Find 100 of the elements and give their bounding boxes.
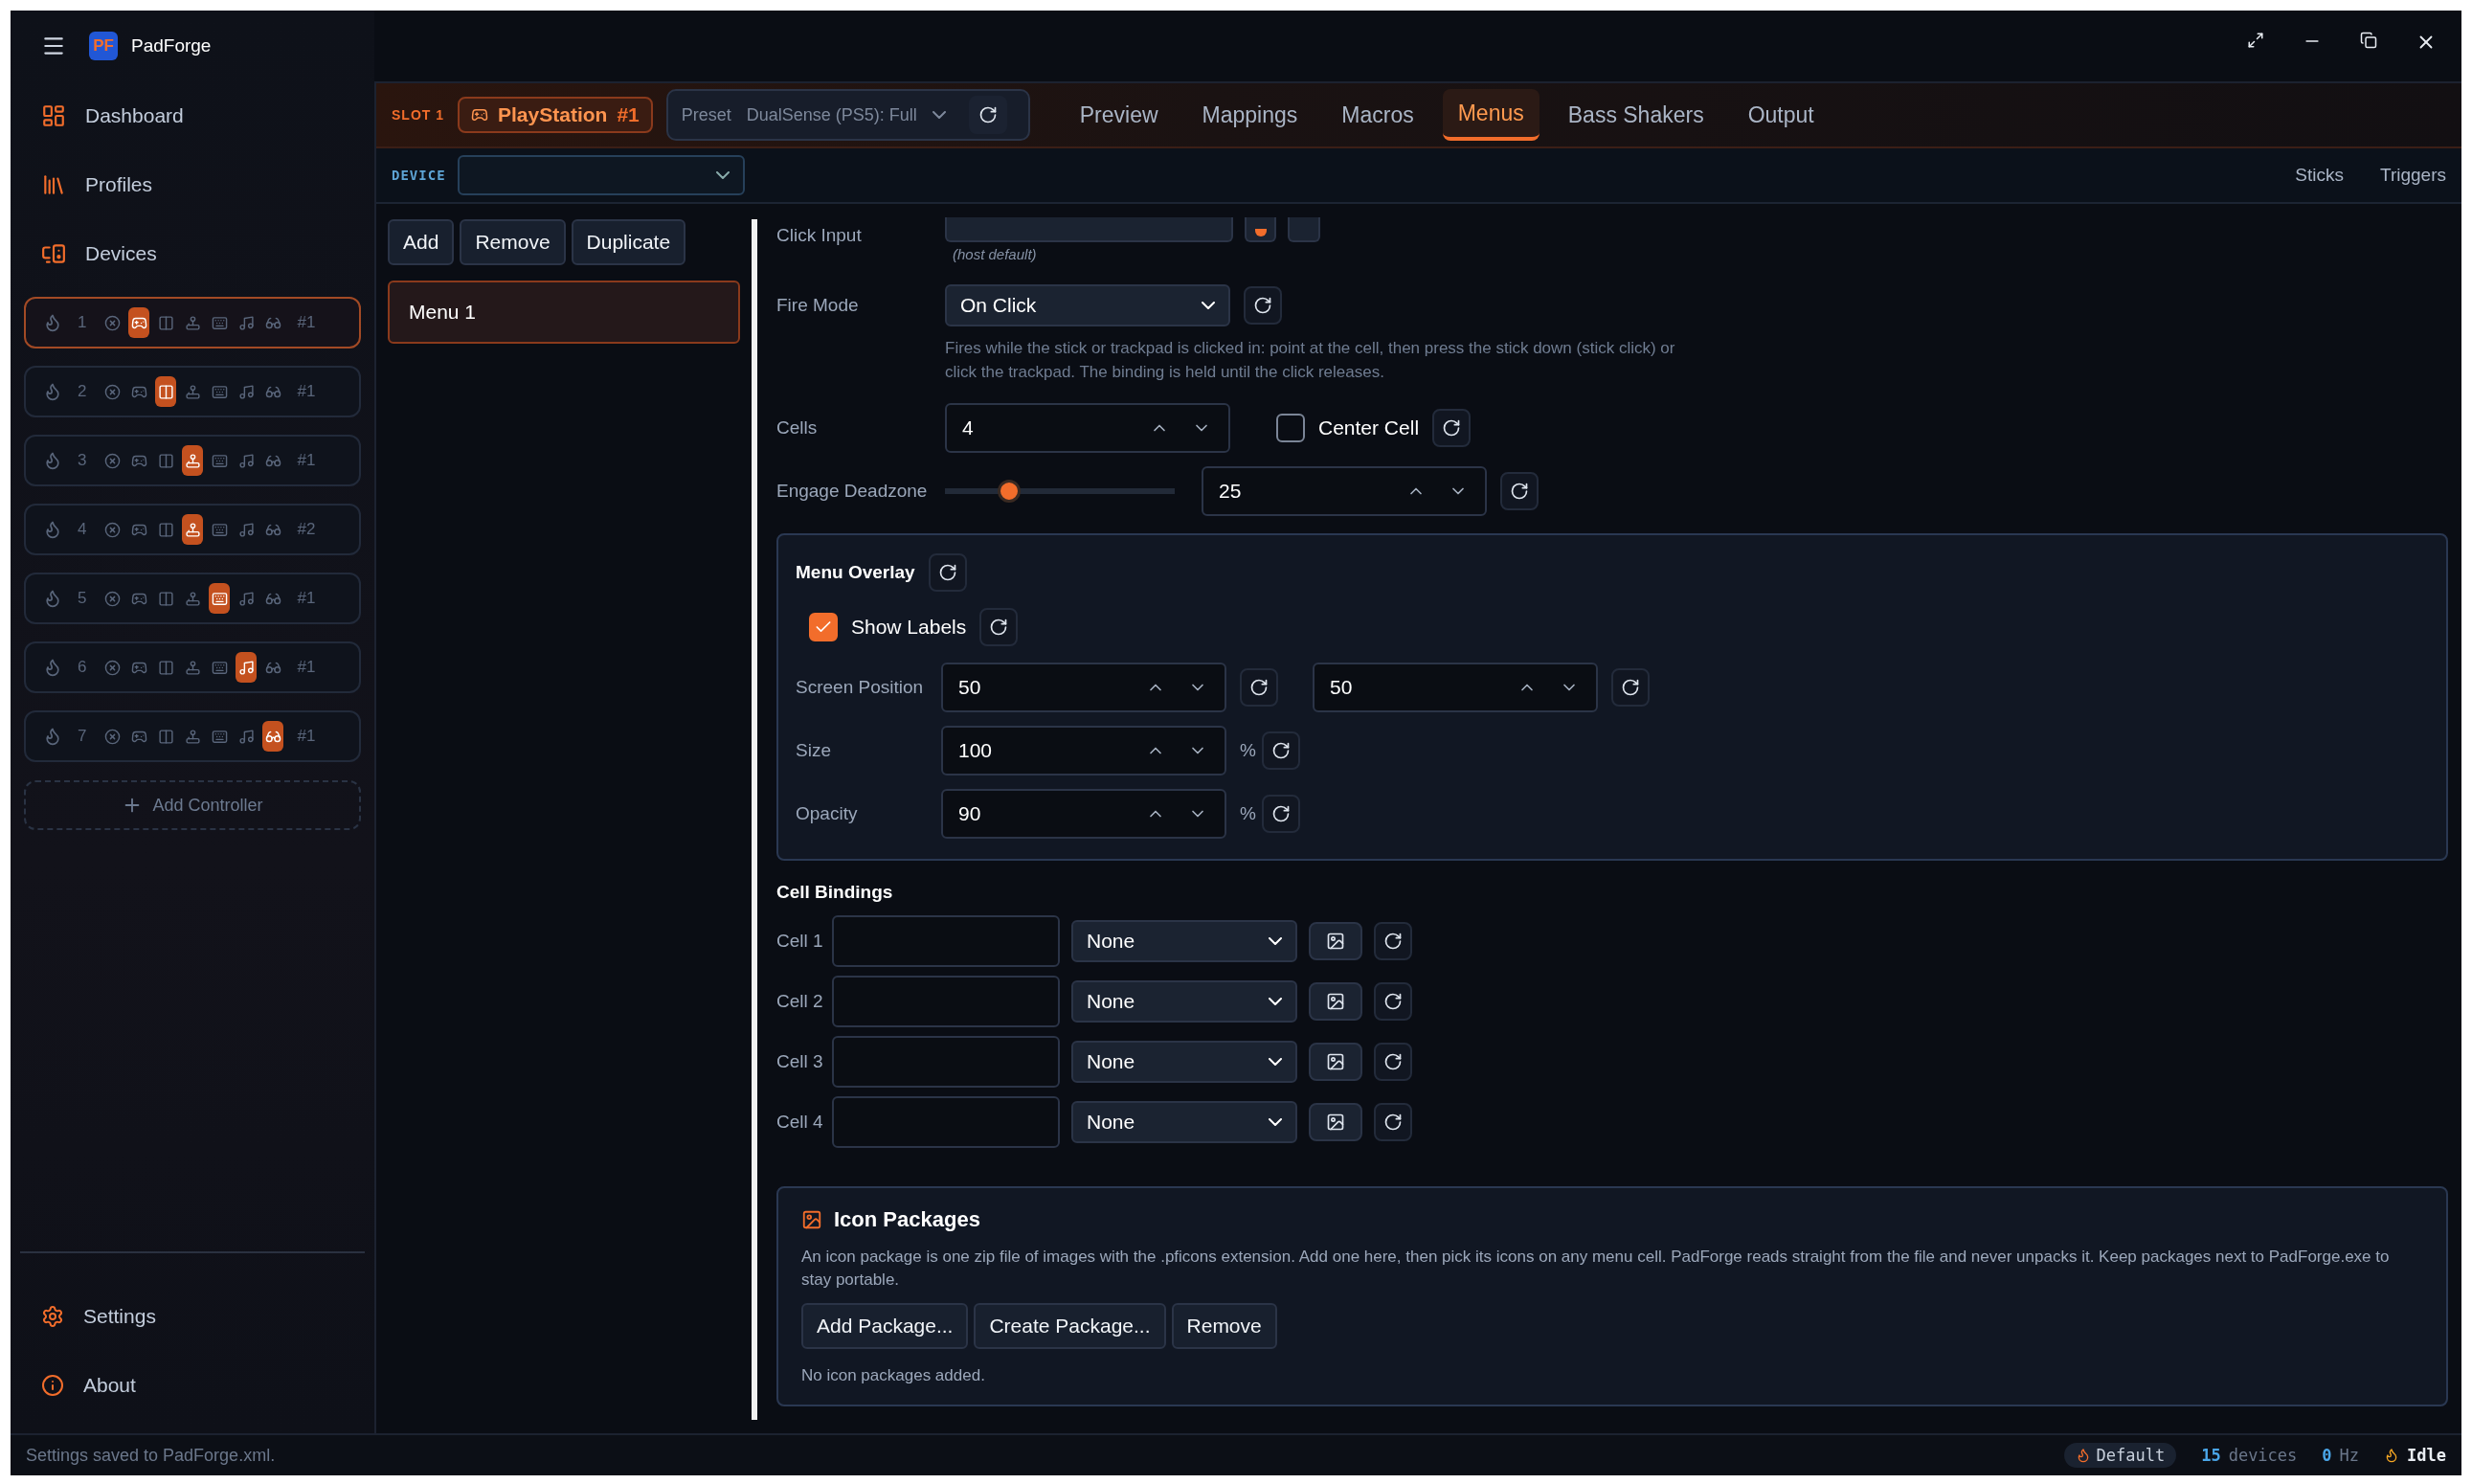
state-label: Idle bbox=[2407, 1446, 2446, 1465]
number-field[interactable]: 100 bbox=[941, 726, 1226, 776]
number-field[interactable]: 4 bbox=[945, 403, 1230, 453]
action-dropdown[interactable]: None bbox=[1071, 919, 1297, 962]
tab[interactable]: Preview bbox=[1064, 89, 1174, 141]
menu-list-item[interactable]: Menu 1 bbox=[388, 281, 740, 344]
library-icon bbox=[41, 172, 66, 197]
chevron-down-icon bbox=[1269, 1057, 1282, 1066]
nav-label: Settings bbox=[83, 1305, 156, 1328]
add-controller-button[interactable]: Add Controller bbox=[24, 780, 361, 830]
controller-button[interactable]: PlayStation #1 bbox=[458, 97, 653, 133]
action-dropdown[interactable]: None bbox=[1071, 1100, 1297, 1143]
field-label: Opacity bbox=[796, 803, 859, 824]
chevron-down-icon bbox=[1269, 997, 1282, 1005]
nav-item[interactable]: Settings bbox=[24, 1282, 361, 1351]
field-label: Engage Deadzone bbox=[776, 481, 929, 502]
image-button[interactable] bbox=[1309, 1042, 1362, 1081]
reset-icon bbox=[937, 563, 957, 582]
flame-icon bbox=[43, 658, 62, 677]
chevron-down-icon bbox=[1269, 1117, 1282, 1126]
image-button[interactable] bbox=[1309, 921, 1362, 960]
slider-thumb[interactable] bbox=[998, 480, 1022, 503]
tab[interactable]: Macros bbox=[1326, 89, 1429, 141]
field-label: Cell 4 bbox=[776, 1111, 820, 1133]
record-button[interactable] bbox=[1244, 217, 1277, 242]
gamepad-icon bbox=[471, 106, 488, 124]
reset-icon bbox=[989, 618, 1009, 637]
button-label: Add Controller bbox=[152, 795, 263, 816]
status-message: Settings saved to PadForge.xml. bbox=[26, 1445, 277, 1466]
image-button[interactable] bbox=[1309, 981, 1362, 1021]
preset-dropdown[interactable]: DualSense (PS5): Full bbox=[746, 104, 946, 125]
slot-count: #1 bbox=[297, 658, 316, 677]
scrollbar[interactable] bbox=[752, 219, 757, 1420]
tab[interactable]: Bass Shakers bbox=[1552, 89, 1719, 141]
reset-icon bbox=[1253, 296, 1272, 315]
nav-item[interactable]: Devices bbox=[24, 219, 361, 288]
section-title: Icon Packages bbox=[834, 1207, 980, 1232]
list-button[interactable]: Duplicate bbox=[571, 219, 686, 265]
image-icon bbox=[1326, 931, 1345, 951]
package-button[interactable]: Add Package... bbox=[801, 1303, 969, 1349]
field-label: Click Input bbox=[776, 224, 863, 246]
chevron-down-icon bbox=[1202, 302, 1215, 309]
number-field[interactable]: 50 bbox=[941, 663, 1226, 712]
nav-label: Dashboard bbox=[85, 104, 184, 127]
nav-item[interactable]: Profiles bbox=[24, 150, 361, 219]
image-button[interactable] bbox=[1309, 1102, 1362, 1141]
action-dropdown[interactable]: None bbox=[1071, 979, 1297, 1023]
reset-icon bbox=[1383, 931, 1403, 951]
app-title: PadForge bbox=[131, 35, 212, 56]
view-link[interactable]: Triggers bbox=[2380, 165, 2446, 186]
tab[interactable]: Output bbox=[1732, 89, 1830, 141]
checkbox[interactable]: Show Labels bbox=[809, 613, 967, 641]
reset-icon bbox=[1270, 741, 1291, 760]
number-field[interactable]: 25 bbox=[1202, 466, 1487, 516]
view-link[interactable]: Sticks bbox=[2295, 165, 2344, 186]
field-label: Screen Position bbox=[796, 677, 925, 698]
list-button[interactable]: Add bbox=[388, 219, 455, 265]
text-field[interactable] bbox=[832, 914, 1060, 967]
field-label: Cell 3 bbox=[776, 1050, 820, 1072]
slot-count: #1 bbox=[297, 589, 316, 608]
checkbox[interactable]: Center Cell bbox=[1276, 414, 1420, 442]
reset-icon bbox=[1383, 1051, 1403, 1071]
nav-label: Profiles bbox=[85, 173, 153, 196]
number-field[interactable]: 90 bbox=[941, 789, 1226, 839]
description-text: An icon package is one zip file of images with the .pficons extension. Add one here, then pick its icons on any menu cell. PadForge reads straight from the file and never unpacks it. Keep packages next to PadForge.exe to stay portable. bbox=[801, 1247, 2391, 1291]
reset-icon bbox=[1383, 991, 1403, 1011]
fire-mode-dropdown[interactable]: On Click bbox=[945, 284, 1230, 326]
slot-number: 2 bbox=[78, 382, 87, 401]
slot-count: #1 bbox=[297, 727, 316, 746]
app-logo: PF bbox=[89, 32, 118, 60]
restore-icon[interactable] bbox=[2360, 32, 2377, 49]
field-label: Size bbox=[796, 740, 832, 761]
text-field[interactable] bbox=[832, 1095, 1060, 1148]
tab[interactable]: Menus bbox=[1442, 89, 1539, 141]
nav-item[interactable]: Dashboard bbox=[24, 81, 361, 150]
info-icon bbox=[41, 1374, 64, 1397]
unit-label: % bbox=[1240, 740, 1256, 761]
image-icon bbox=[1326, 1051, 1345, 1071]
slot-number: 5 bbox=[78, 589, 87, 608]
slot-number: 3 bbox=[78, 451, 87, 470]
text-field[interactable] bbox=[832, 1035, 1060, 1088]
dashboard-icon bbox=[41, 103, 66, 128]
image-icon bbox=[1326, 991, 1345, 1011]
flame-icon bbox=[43, 451, 62, 470]
slot-number: 4 bbox=[78, 520, 87, 539]
action-dropdown[interactable]: None bbox=[1071, 1040, 1297, 1083]
flame-icon bbox=[43, 727, 62, 746]
list-button[interactable]: Remove bbox=[460, 219, 566, 265]
expand-icon[interactable] bbox=[2247, 32, 2264, 49]
text-field[interactable] bbox=[832, 975, 1060, 1027]
package-button[interactable]: Remove bbox=[1171, 1303, 1277, 1349]
nav-item[interactable]: About bbox=[24, 1351, 361, 1420]
number-field[interactable]: 50 bbox=[1313, 663, 1598, 712]
slot-count: #1 bbox=[297, 313, 316, 332]
tab[interactable]: Mappings bbox=[1186, 89, 1314, 141]
package-button[interactable]: Create Package... bbox=[974, 1303, 1166, 1349]
slot-count: #2 bbox=[297, 520, 316, 539]
reset-icon bbox=[1383, 1112, 1403, 1132]
unit-label: % bbox=[1240, 803, 1256, 824]
click-input-dropdown[interactable] bbox=[945, 217, 1233, 242]
